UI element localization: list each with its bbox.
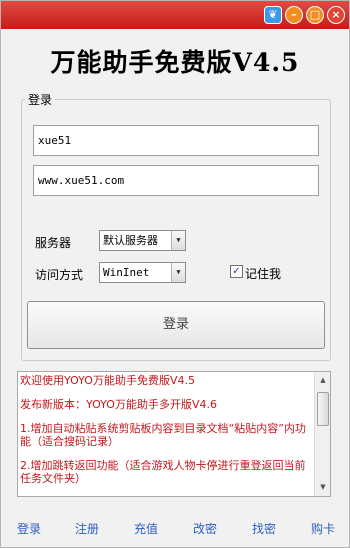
server-select-value: 默认服务器 (103, 234, 158, 247)
title-bar[interactable]: ❦ – □ × (1, 1, 349, 29)
news-line: 1.增加自动粘贴系统剪贴板内容到目录文档“粘贴内容”内功能（适合搜码记录） (20, 422, 306, 448)
access-select[interactable]: WinInet ▼ (99, 262, 186, 283)
nav-recover-password-link[interactable]: 找密 (252, 520, 276, 537)
skin-icon[interactable]: ❦ (264, 6, 282, 24)
maximize-icon[interactable]: □ (306, 6, 324, 24)
login-button[interactable]: 登录 (27, 301, 325, 349)
login-group-label: 登录 (25, 91, 56, 108)
app-title: 万能助手免费版V4.5 (50, 48, 300, 77)
minimize-icon[interactable]: – (285, 6, 303, 24)
remember-checkbox[interactable]: ✓ (230, 265, 243, 278)
chevron-down-icon[interactable]: ▼ (171, 263, 185, 282)
news-panel[interactable]: 欢迎使用YOYO万能助手免费版V4.5 发布新版本：YOYO万能助手多开版V4.… (17, 371, 331, 497)
news-scrollbar[interactable]: ▲ ▼ (314, 372, 330, 496)
chevron-down-icon[interactable]: ▼ (171, 231, 185, 250)
news-line: 2.增加跳转返回功能（适合游戏人物卡停进行重登返回当前任务文件夹） (20, 459, 306, 485)
news-text: 欢迎使用YOYO万能助手免费版V4.5 发布新版本：YOYO万能助手多开版V4.… (20, 374, 312, 496)
url-input[interactable]: www.xue51.com (33, 165, 319, 196)
server-select[interactable]: 默认服务器 ▼ (99, 230, 186, 251)
nav-change-password-link[interactable]: 改密 (193, 520, 217, 537)
app-window: ❦ – □ × 万能助手免费版V4.5 登录 xue51 www.xue51.c… (0, 0, 350, 548)
username-input[interactable]: xue51 (33, 125, 319, 156)
window-controls: ❦ – □ × (264, 6, 345, 24)
access-label: 访问方式 (35, 268, 84, 282)
scroll-thumb[interactable] (317, 392, 329, 426)
news-line: 欢迎使用YOYO万能助手免费版V4.5 (20, 374, 195, 387)
scroll-down-icon[interactable]: ▼ (316, 480, 330, 495)
remember-label[interactable]: 记住我 (245, 265, 281, 282)
nav-login-link[interactable]: 登录 (17, 520, 41, 537)
access-select-value: WinInet (103, 266, 150, 279)
scroll-up-icon[interactable]: ▲ (316, 373, 330, 388)
server-label: 服务器 (35, 236, 72, 250)
nav-buy-card-link[interactable]: 购卡 (311, 520, 335, 537)
close-icon[interactable]: × (327, 6, 345, 24)
bottom-nav: 登录 注册 充值 改密 找密 购卡 (1, 520, 349, 540)
news-line: 发布新版本：YOYO万能助手多开版V4.6 (20, 398, 217, 411)
nav-register-link[interactable]: 注册 (75, 520, 99, 537)
nav-recharge-link[interactable]: 充值 (134, 520, 158, 537)
